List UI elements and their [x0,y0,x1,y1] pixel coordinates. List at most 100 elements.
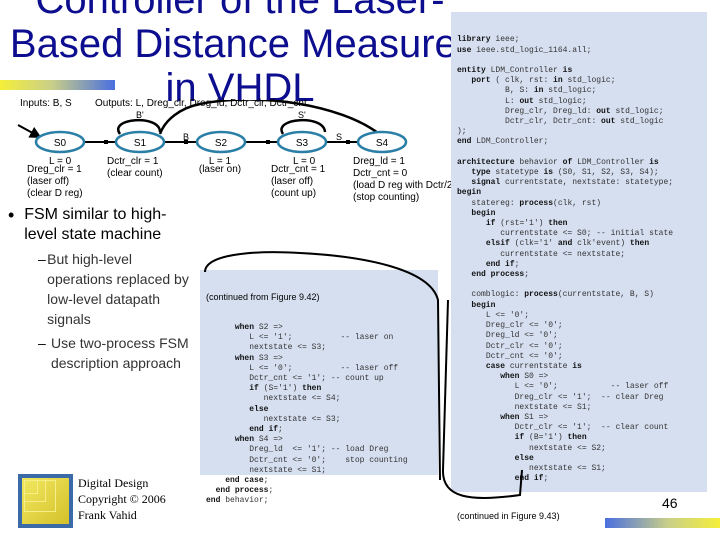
code-line: B, S: in std_logic; [505,86,597,96]
state-s0: S0 [34,130,86,154]
code-line: nextstate <= S4; [263,394,341,404]
s4-line: Dreg_ld = 1 [353,156,405,167]
label-s3-s4: S [336,132,342,142]
code-line: case currentstate is [485,361,582,371]
code-line: when S1 => [500,412,549,422]
code-lines: when S2 => L <= '1'; -- laser on nextsta… [206,323,432,507]
dash-marker: – [38,335,46,351]
page-number: 46 [662,495,678,511]
copyright-line: Copyright © 2006 [78,492,166,506]
code-line: if (rst='1') then [485,219,568,229]
code-line: currentstate <= nextstate; [500,249,626,259]
code-line: end LDM_Controller; [457,137,549,147]
state-s2: S2 [195,130,247,154]
code-line: Dreg_ld <= '0'; [485,331,558,341]
code-line: else [514,453,534,463]
code-line: Dctr_cnt <= '1'; -- count up [249,374,384,384]
accent-bar-top [0,80,115,90]
state-s1-actions: Dctr_clr = 1 (clear count) [107,156,163,180]
copyright-line: Frank Vahid [78,508,137,522]
code-line: end if; [514,474,549,484]
code-line: if (S='1') then [249,384,322,394]
code-line: end process; [471,270,530,280]
label-s3-self: S' [298,110,306,120]
s1-line: (clear count) [107,168,163,179]
state-s0-actions: L = 0 Dreg_clr = 1 (laser off) (clear D … [27,156,83,200]
code-line: statereg: process(clk, rst) [471,198,602,208]
state-s3-actions: L = 0 Dctr_cnt = 1 (laser off) (count up… [271,156,325,200]
code-line: entity LDM_Controller is [457,66,573,76]
code-line: L: out std_logic; [505,96,587,106]
s0-line: (laser off) [27,176,70,187]
code-line: L <= '0'; -- laser off [514,382,669,392]
svg-text:S3: S3 [296,138,309,149]
code-line: nextstate <= S1; [529,463,606,473]
code-line: port ( clk, rst: in std_logic; [471,76,616,86]
initial-arrow [17,124,42,138]
state-s3: S3 [276,130,328,154]
code-line: L <= '0'; [485,310,530,320]
sub-bullet: – But high-level operations replaced by … [38,249,198,329]
code-line: L <= '0'; -- laser off [249,363,399,373]
s4-line: (load D reg with Dctr/2) [353,180,451,191]
vhdl-code-main: library ieee; use ieee.std_logic_1164.all… [451,12,707,521]
slide-title: Controller of the Laser-Based Distance M… [9,0,471,110]
code-lines: library ieee; use ieee.std_logic_1164.all… [457,35,701,484]
code-line: nextstate <= S3; [249,343,327,353]
code-line: Dreg_clr, Dreg_ld: out std_logic; [505,106,664,116]
code-line: end behavior; [206,496,269,506]
state-s1: S1 [114,130,166,154]
edge-s4-s1 [158,100,379,135]
copyright-text: Digital Design Copyright © 2006 Frank Va… [78,475,166,523]
code-line: when S4 => [234,435,283,445]
code-line: Dctr_cnt <= '0'; stop counting [249,455,408,465]
code-line: Dctr_clr <= '0'; [485,341,563,351]
code-line: type statetype is (S0, S1, S2, S3, S4); [471,168,659,178]
code-line: begin [471,208,496,218]
sub-bullet-text: But high-level operations replaced by lo… [47,251,189,327]
code-line: Dctr_clr <= '1'; -- clear count [514,423,669,433]
code-line: ); [457,127,467,137]
code-line: begin [457,188,482,198]
code-line: begin [471,300,496,310]
code-line: end if; [249,425,283,435]
code-line: when S0 => [500,372,549,382]
code-line: comblogic: process(currentstate, B, S) [471,290,654,300]
s3-line: (laser off) [271,176,314,187]
code-line: Dreg_ld <= '1'; -- load Dreg [249,445,389,455]
copyright-line: Digital Design [78,476,149,490]
continued-from-note: (continued from Figure 9.42) [206,292,320,303]
state-s4: S4 [356,130,408,154]
state-s4-actions: Dreg_ld = 1 Dctr_cnt = 0 (load D reg wit… [353,156,451,204]
bullet-main-text: FSM similar to high-level state machine [24,206,167,243]
state-s2-actions: L = 1 (laser on) [197,156,243,176]
bullet-main: • FSM similar to high-level state machin… [8,205,198,245]
code-line: when S3 => [234,353,283,363]
s1-line: Dctr_clr = 1 [107,156,159,167]
sub-bullet-text: Use two-process FSM description approach [50,335,189,371]
s0-line: (clear D reg) [27,188,83,199]
s3-line: Dctr_cnt = 1 [271,164,326,175]
code-line: nextstate <= S1; [514,402,592,412]
label-s1-s2: B [183,132,189,142]
code-line: end process; [215,486,274,496]
vhdl-code-continued: (continued from Figure 9.42) when S2 => … [200,270,438,505]
code-line: Dreg_clr <= '0'; [485,321,563,331]
code-line: elsif (clk='1' and clk'event) then [485,239,650,249]
bullet-list: • FSM similar to high-level state machin… [8,205,198,373]
code-line: library ieee; [457,35,520,45]
code-line: architecture behavior of LDM_Controller … [457,157,659,167]
label-s1-self: B' [136,110,144,120]
code-line: Dreg_clr <= '1'; -- clear Dreg [514,392,664,402]
s4-line: Dctr_cnt = 0 [353,168,408,179]
s2-line: (laser on) [198,164,242,175]
code-line: nextstate <= S2; [529,443,606,453]
bullet-dot: • [8,205,15,225]
code-line: nextstate <= S3; [263,414,341,424]
code-line: nextstate <= S1; [249,465,327,475]
svg-text:S1: S1 [134,138,147,149]
code-line: Dctr_cnt <= '0'; [485,351,563,361]
code-line: currentstate <= S0; -- initial state [500,229,674,239]
